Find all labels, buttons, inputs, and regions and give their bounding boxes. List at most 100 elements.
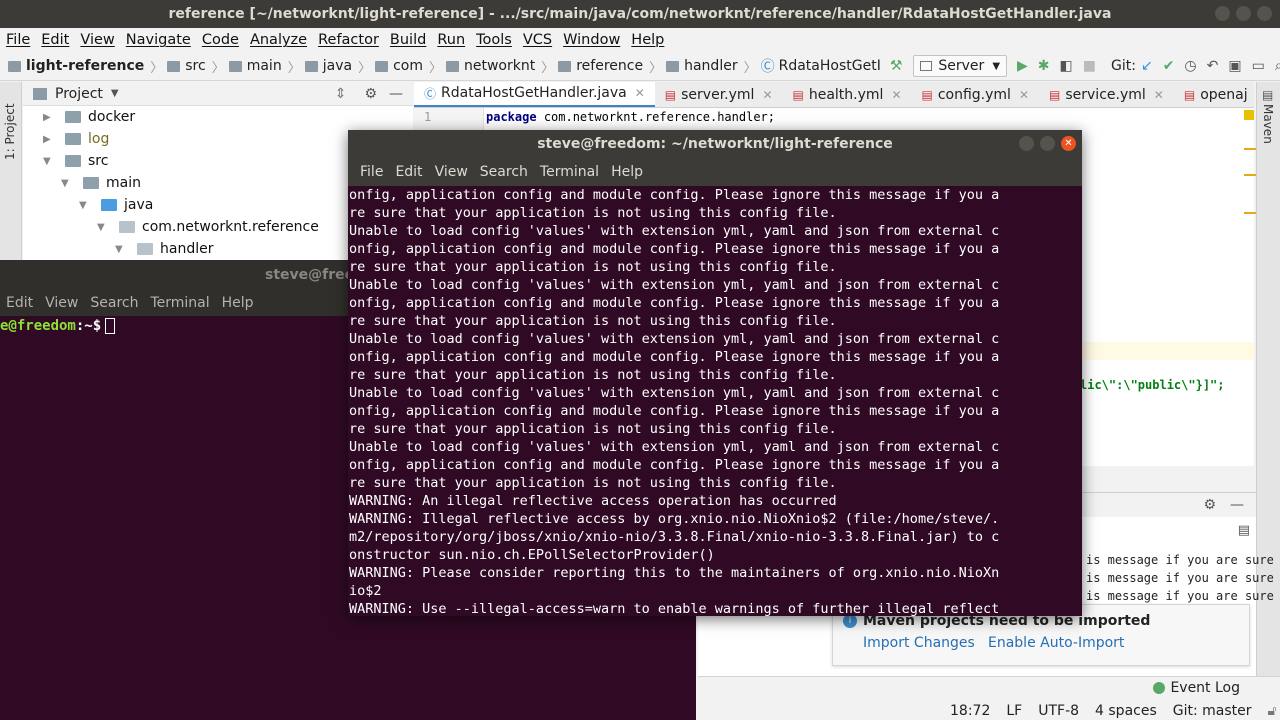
project-panel-title[interactable]: Project <box>55 86 103 102</box>
enable-auto-import-link[interactable]: Enable Auto-Import <box>988 635 1124 651</box>
event-log-button[interactable]: Event Log <box>1153 680 1240 696</box>
git-commit-icon[interactable]: ✔ <box>1163 58 1175 74</box>
collapse-all-icon[interactable]: ⇕ <box>335 86 347 102</box>
back-menu-view[interactable]: View <box>39 295 84 311</box>
close-icon[interactable]: ✕ <box>1061 136 1076 151</box>
chevron-down-icon[interactable]: ▼ <box>43 156 53 167</box>
hide-panel-icon[interactable]: — <box>389 86 403 102</box>
breadcrumb-handler[interactable]: handler 〉 <box>666 57 761 76</box>
back-menu-terminal[interactable]: Terminal <box>144 295 215 311</box>
menu-build[interactable]: Build <box>384 32 431 48</box>
close-icon[interactable]: ✕ <box>635 86 645 100</box>
tree-item-docker[interactable]: ▶ docker <box>23 106 413 128</box>
build-hammer-icon[interactable]: ⚒ <box>890 58 903 74</box>
chevron-down-icon[interactable]: ▼ <box>111 88 119 99</box>
breadcrumb-com[interactable]: com 〉 <box>375 57 446 76</box>
caret-position[interactable]: 18:72 <box>950 703 990 719</box>
menu-window[interactable]: Window <box>557 32 625 48</box>
run-icon[interactable]: ▶ <box>1017 58 1028 74</box>
front-menu-file[interactable]: File <box>354 164 389 180</box>
menu-code[interactable]: Code <box>196 32 244 48</box>
file-encoding[interactable]: UTF-8 <box>1038 703 1079 719</box>
revert-icon[interactable]: ↶ <box>1207 58 1219 74</box>
breadcrumb-project[interactable]: light-reference 〉 <box>8 57 167 76</box>
gear-icon[interactable]: ⚙ <box>364 86 377 102</box>
project-panel-header: Project ▼ ⇕ ⚙ — <box>23 82 413 106</box>
chevron-right-icon[interactable]: ▶ <box>43 134 53 145</box>
menu-view[interactable]: View <box>74 32 119 48</box>
indent-setting[interactable]: 4 spaces <box>1095 703 1157 719</box>
close-icon[interactable]: ✕ <box>891 88 901 102</box>
menu-analyze[interactable]: Analyze <box>244 32 312 48</box>
import-changes-link[interactable]: Import Changes <box>863 635 975 651</box>
minimize-icon[interactable] <box>1215 6 1230 21</box>
history-icon[interactable]: ◷ <box>1184 58 1196 74</box>
menu-vcs[interactable]: VCS <box>517 32 557 48</box>
lock-icon[interactable]: 🔓︎ <box>1268 703 1277 719</box>
menu-file[interactable]: File <box>0 32 35 48</box>
coverage-icon[interactable]: ◧ <box>1060 58 1073 74</box>
yml-file-icon: ▤ <box>921 87 933 102</box>
terminal-icon[interactable]: ▭ <box>1252 58 1265 74</box>
tab-service-yml[interactable]: ▤ service.yml ✕ <box>1039 82 1174 107</box>
chevron-right-icon[interactable]: ▶ <box>43 112 53 123</box>
tab-config-yml[interactable]: ▤ config.yml ✕ <box>912 82 1040 107</box>
terminal-output-line: WARNING: An illegal reflective access op… <box>349 493 837 509</box>
front-menu-terminal[interactable]: Terminal <box>534 164 605 180</box>
git-update-icon[interactable]: ↙ <box>1141 58 1153 74</box>
hide-panel-icon[interactable]: — <box>1230 497 1244 513</box>
back-menu-help[interactable]: Help <box>216 295 260 311</box>
text-cursor <box>105 318 116 334</box>
error-stripe-marker[interactable] <box>1244 212 1256 214</box>
chevron-down-icon[interactable]: ▼ <box>97 222 107 233</box>
tab-rdatahostgethandler[interactable]: Ⓒ RdataHostGetHandler.java ✕ <box>414 82 655 107</box>
chevron-down-icon[interactable]: ▼ <box>61 178 71 189</box>
tab-openapi[interactable]: ▤ openaj <box>1174 82 1254 107</box>
breadcrumb-class[interactable]: Ⓒ RdataHostGetI <box>761 56 885 76</box>
close-icon[interactable]: ✕ <box>1154 88 1164 102</box>
error-stripe-marker[interactable] <box>1244 148 1256 150</box>
breadcrumb-main[interactable]: main 〉 <box>228 57 305 76</box>
run-config-select[interactable]: Server ▼ <box>913 55 1008 77</box>
minimize-icon[interactable] <box>1019 136 1034 151</box>
stop-icon[interactable]: ■ <box>1083 58 1096 74</box>
front-menu-edit[interactable]: Edit <box>389 164 428 180</box>
breadcrumb-networknt[interactable]: networknt 〉 <box>446 57 558 76</box>
inspection-ok-icon[interactable] <box>1244 110 1254 120</box>
chevron-down-icon[interactable]: ▼ <box>79 200 89 211</box>
project-tool-tab[interactable]: 1: Project <box>3 90 17 160</box>
project-structure-icon[interactable]: ▣ <box>1228 58 1241 74</box>
maximize-icon[interactable] <box>1236 6 1251 21</box>
back-menu-search[interactable]: Search <box>84 295 144 311</box>
line-separator[interactable]: LF <box>1006 703 1022 719</box>
git-branch[interactable]: Git: master <box>1173 703 1252 719</box>
maven-tool-tab[interactable]: Maven <box>1261 104 1275 144</box>
breadcrumb-java[interactable]: java 〉 <box>304 57 375 76</box>
close-icon[interactable]: ✕ <box>1019 88 1029 102</box>
menu-edit[interactable]: Edit <box>35 32 74 48</box>
menu-run[interactable]: Run <box>431 32 470 48</box>
menu-help[interactable]: Help <box>625 32 669 48</box>
layout-icon[interactable]: ▤ <box>1238 523 1250 538</box>
front-menu-help[interactable]: Help <box>605 164 649 180</box>
close-icon[interactable] <box>1257 6 1272 21</box>
breadcrumb-src[interactable]: src 〉 <box>167 57 228 76</box>
class-icon: Ⓒ <box>760 59 775 75</box>
menu-tools[interactable]: Tools <box>470 32 517 48</box>
debug-icon[interactable]: ✱ <box>1038 58 1050 74</box>
breadcrumb-reference[interactable]: reference 〉 <box>558 57 666 76</box>
tab-health-yml[interactable]: ▤ health.yml ✕ <box>783 82 912 107</box>
search-icon[interactable]: ⌕ <box>1275 58 1280 74</box>
front-terminal-output[interactable]: onfig, application config and module con… <box>348 186 1082 616</box>
gear-icon[interactable]: ⚙ <box>1203 497 1216 513</box>
tab-server-yml[interactable]: ▤ server.yml ✕ <box>655 82 783 107</box>
chevron-down-icon[interactable]: ▼ <box>115 244 125 255</box>
menu-navigate[interactable]: Navigate <box>120 32 196 48</box>
front-menu-search[interactable]: Search <box>474 164 534 180</box>
menu-refactor[interactable]: Refactor <box>312 32 384 48</box>
error-stripe-marker[interactable] <box>1244 174 1256 176</box>
back-menu-edit[interactable]: Edit <box>0 295 39 311</box>
maximize-icon[interactable] <box>1040 136 1055 151</box>
close-icon[interactable]: ✕ <box>762 88 772 102</box>
front-menu-view[interactable]: View <box>429 164 474 180</box>
